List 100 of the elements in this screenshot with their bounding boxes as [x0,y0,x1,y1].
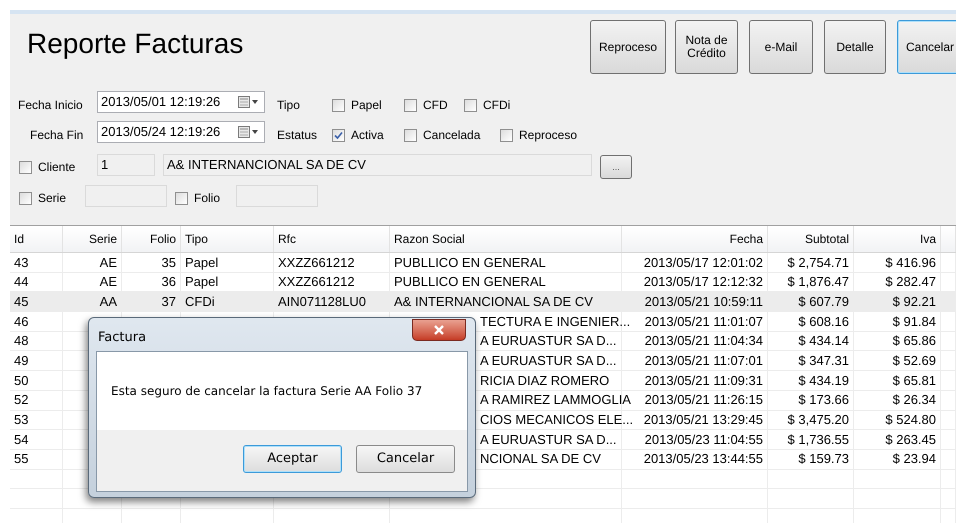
table-cell-text: $ 416.96 [885,254,936,272]
close-button[interactable] [412,319,466,341]
table-cell-text: $ 91.84 [892,312,936,331]
input-field[interactable]: 1 [97,154,155,176]
table-cell-text: XXZZ661212 [278,273,355,292]
table-cell-text: $ 434.14 [798,332,849,350]
checkbox-label: Folio [194,190,220,207]
table-cell-text: 50 [14,372,28,390]
table-cell-text: 36 [162,273,176,292]
column-header[interactable]: Tipo [181,226,274,252]
column-header[interactable]: Iva [854,226,941,252]
date-field[interactable]: 2013/05/01 12:19:26 [97,91,265,113]
column-header[interactable]: Subtotal [768,226,854,252]
table-cell-text: $ 524.80 [885,411,936,430]
table-cell-text: 2013/05/21 10:59:11 [644,292,763,311]
checkbox-label: Activa [351,127,384,144]
column-header[interactable]: Razon Social [390,226,622,252]
checkbox[interactable] [500,128,513,142]
table-cell-text: $ 65.81 [892,372,936,390]
toolbar-button[interactable]: Reproceso [590,20,666,74]
column-header[interactable]: Id [10,226,63,252]
table-cell-text: 2013/05/21 11:01:07 [644,312,763,331]
table-cell-text: $ 23.94 [892,450,936,468]
table-cell-text: 48 [14,332,28,350]
table-cell-text: $ 282.47 [885,273,936,292]
toolbar-button[interactable]: e-Mail [749,20,813,74]
table-cell-text: A EURUASTUR SA D... [480,430,617,449]
table-cell-text: CIOS MECANICOS ELE... [480,411,634,430]
table-cell-text: A RAMIREZ LAMMOGLIA [480,391,631,410]
table-cell-text: 2013/05/21 11:26:15 [644,391,763,410]
checkbox-label: CFD [423,97,448,114]
table-cell-text: XXZZ661212 [278,254,355,272]
checkbox-label: Cliente [38,159,76,176]
checkbox[interactable] [464,98,477,112]
calendar-dropdown-icon[interactable] [238,126,260,138]
table-cell-text: 2013/05/21 13:29:45 [644,411,763,430]
table-cell-text: 45 [14,292,28,311]
table-cell-text: A& INTERNANCIONAL SA DE CV [394,292,593,311]
table-cell-text: $ 3,475.20 [788,411,849,430]
table-cell-text: 55 [14,450,28,468]
table-cell-text: TECTURA E INGENIER... [480,312,630,331]
window-title: Reporte Facturas [27,27,244,61]
table-cell-text: A EURUASTUR SA D... [480,332,617,350]
column-header[interactable]: Fecha [622,226,768,252]
close-icon [433,325,445,335]
table-cell-text: $ 434.19 [798,372,849,390]
checkbox-label: Serie [38,190,66,207]
field-label: Tipo [277,97,300,114]
table-cell-text: $ 608.16 [798,312,849,331]
table-cell-text: $ 65.86 [892,332,936,350]
checkbox[interactable] [19,160,32,174]
table-row[interactable]: 44 AE 36 Papel XXZZ661212 PUBLLICO EN GENERAL 2013/05/17 12:12:32 $ 1,876.47 $ 282.47 [10,272,956,292]
input-field[interactable]: A& INTERNANCIONAL SA DE CV [163,154,592,176]
checkbox[interactable] [19,192,32,204]
toolbar-button[interactable]: Cancelar [897,20,956,74]
calendar-dropdown-icon[interactable] [238,96,260,108]
column-header[interactable]: Rfc [274,226,390,252]
table-cell-text: 44 [14,273,28,292]
dialog-button[interactable]: Aceptar [243,445,342,473]
checkbox[interactable] [332,98,345,112]
toolbar-button[interactable]: Detalle [824,20,886,74]
table-cell-text: 2013/05/21 11:09:31 [644,372,763,390]
table-cell-text: $ 347.31 [798,352,849,370]
table-cell-text: 2013/05/23 13:44:55 [644,450,763,468]
checkbox-label: Cancelada [423,127,480,144]
table-cell-text: $ 159.73 [798,450,849,468]
table-cell-text: 2013/05/17 12:01:02 [644,254,763,272]
checkbox[interactable] [404,98,417,112]
checkbox-label: Reproceso [519,127,578,144]
table-row[interactable]: 43 AE 35 Papel XXZZ661212 PUBLLICO EN GENERAL 2013/05/17 12:01:02 $ 2,754.71 $ 416.96 [10,253,956,273]
table-cell-text: $ 263.45 [885,430,936,449]
table-cell-text: 2013/05/21 11:07:01 [644,352,763,370]
table-cell-text: AE [100,254,117,272]
dialog-button[interactable]: Cancelar [356,445,455,473]
table-cell-text: Papel [185,273,218,292]
table-cell-text: 2013/05/21 11:04:34 [644,332,763,350]
table-cell-text: $ 607.79 [798,292,849,311]
table-cell-text: CFDi [185,292,215,311]
table-cell-text: 52 [14,391,28,410]
table-cell-text: 43 [14,254,28,272]
checkbox-label: CFDi [483,97,510,114]
toolbar-button[interactable]: Nota de Crédito [675,20,738,74]
column-header[interactable]: Serie [63,226,122,252]
table-cell-text: 35 [162,254,176,272]
table-cell-text: $ 2,754.71 [788,254,849,272]
table-cell-text: $ 1,876.47 [788,273,849,292]
table-row[interactable]: 45 AA 37 CFDi AIN071128LU0 A& INTERNANCIONAL SA DE CV 2013/05/21 10:59:11 $ 607.79 $ 92.21 [10,292,956,312]
checkbox[interactable] [175,192,188,204]
table-cell-text: AE [100,273,117,292]
checkbox[interactable] [404,128,417,142]
table-cell-text: 2013/05/23 11:04:55 [644,430,763,449]
table-cell-text: PUBLLICO EN GENERAL [394,273,546,292]
browse-button[interactable]: ... [600,155,632,179]
table-cell-text: 37 [162,292,176,311]
column-header[interactable]: Folio [122,226,181,252]
table-cell-text: $ 173.66 [798,391,849,410]
table-cell-text: $ 26.34 [892,391,936,410]
table-cell-text: 46 [14,312,28,331]
checkbox[interactable] [332,128,345,142]
date-field[interactable]: 2013/05/24 12:19:26 [97,121,265,143]
